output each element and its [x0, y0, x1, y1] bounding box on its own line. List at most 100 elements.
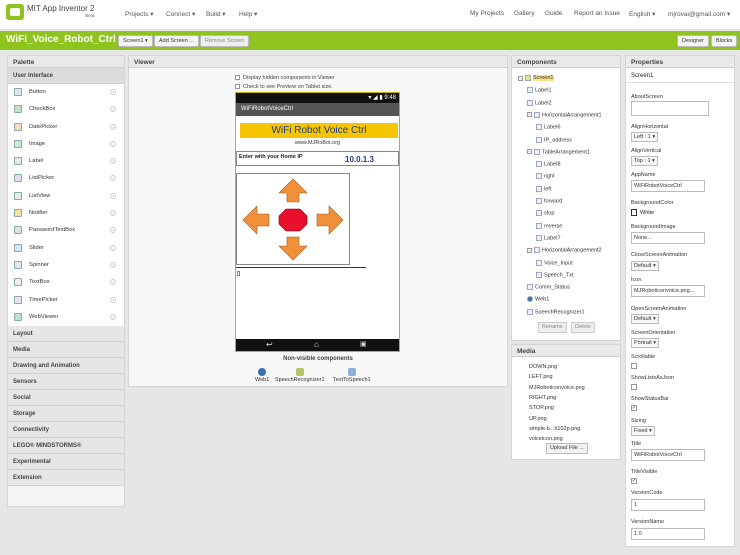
component-forward[interactable]: forward: [536, 198, 562, 204]
nonvisible-web1[interactable]: Web1: [255, 368, 269, 383]
designer-button[interactable]: Designer: [677, 35, 710, 47]
help-icon[interactable]: ?: [110, 123, 116, 130]
palette-category-layout[interactable]: Layout: [8, 326, 124, 343]
help-icon[interactable]: ?: [110, 158, 116, 165]
menu-connect[interactable]: Connect ▾: [166, 10, 195, 18]
palette-item-listview[interactable]: ListView?: [8, 187, 124, 206]
collapse-toggle-icon[interactable]: −: [527, 247, 532, 253]
help-icon[interactable]: ?: [110, 89, 116, 95]
collapse-toggle-icon[interactable]: −: [527, 112, 532, 118]
help-icon[interactable]: ?: [110, 106, 116, 113]
menu-projects[interactable]: Projects ▾: [125, 10, 154, 18]
title-visible-checkbox[interactable]: ✓: [631, 478, 637, 484]
component-soeechrecognizer1[interactable]: SoeechRecognizer1: [527, 308, 585, 315]
link-my-projects[interactable]: My Projects: [470, 10, 504, 17]
palette-category-connectivity[interactable]: Connectivity: [8, 422, 124, 439]
about-screen-textarea[interactable]: [631, 101, 709, 116]
component-label7[interactable]: Label7: [536, 234, 561, 241]
link-report-issue[interactable]: Report an Issue: [574, 10, 620, 17]
link-guide[interactable]: Guide: [545, 10, 562, 17]
horizontal-arrangement-voice[interactable]: [236, 267, 366, 268]
nonvisible-text-to-speech[interactable]: TextToSpeech1: [333, 368, 371, 383]
hidden-components-checkbox[interactable]: [235, 75, 240, 81]
table-arrangement-controls[interactable]: [236, 173, 350, 265]
palette-item-datepicker[interactable]: DatePicker?: [8, 118, 124, 136]
palette-category-media[interactable]: Media: [8, 342, 124, 359]
app-logo[interactable]: MIT App Inventor 2 Beta: [6, 4, 94, 20]
palette-category-user-interface[interactable]: User Interface: [8, 68, 124, 84]
label2-url[interactable]: www.MJRoBot.org: [236, 140, 399, 146]
palette-item-button[interactable]: Button?: [8, 84, 124, 102]
close-screen-animation-select[interactable]: Default ▾: [631, 261, 659, 271]
tablet-preview-checkbox[interactable]: [235, 84, 240, 90]
palette-item-image[interactable]: Image?: [8, 135, 124, 154]
background-image-input[interactable]: None...: [631, 232, 705, 244]
icon-input[interactable]: MJRoboticonvoice.png...: [631, 285, 705, 297]
palette-category-drawing-and-animation[interactable]: Drawing and Animation: [8, 358, 124, 375]
component-ip-address[interactable]: IP_address: [536, 136, 572, 143]
component-left[interactable]: left: [536, 185, 551, 192]
screen-select[interactable]: Screen1 ▾: [118, 35, 153, 47]
component-comm-status[interactable]: Comm_Status: [527, 284, 570, 291]
align-horizontal-select[interactable]: Left : 1 ▾: [631, 132, 659, 142]
palette-item-label[interactable]: Label?: [8, 153, 124, 171]
palette-category-extension[interactable]: Extension: [8, 470, 124, 487]
hidden-components-option[interactable]: Display hidden components in Viewer: [235, 75, 335, 81]
upload-file-button[interactable]: Upload File ...: [546, 443, 588, 454]
media-file[interactable]: RIGHT.png: [529, 395, 556, 401]
link-gallery[interactable]: Gallery: [514, 10, 535, 17]
show-status-bar-checkbox[interactable]: ✓: [631, 405, 637, 411]
component-screen1[interactable]: − Screen1: [518, 75, 554, 82]
palette-item-timepicker[interactable]: TimePicker?: [8, 291, 124, 309]
screen-title-bar[interactable]: WiFiRobotVoiceCtrl: [236, 103, 399, 116]
horizontal-arrangement-ip[interactable]: Enter with your Home IP 10.0.1.3: [236, 151, 399, 166]
media-file[interactable]: LEFT.png: [529, 374, 553, 380]
help-icon[interactable]: ?: [110, 192, 116, 199]
background-color-picker[interactable]: White: [631, 209, 654, 216]
label6-ip-prompt[interactable]: Enter with your Home IP: [239, 154, 303, 160]
rename-button[interactable]: Rename: [538, 322, 567, 333]
component-stop[interactable]: stop: [536, 210, 554, 217]
help-icon[interactable]: ?: [110, 244, 116, 251]
help-icon[interactable]: ?: [110, 175, 116, 182]
help-icon[interactable]: ?: [110, 296, 116, 303]
component-horizontalarrangement2[interactable]: − HorizontalArrangement2: [527, 247, 602, 254]
collapse-toggle-icon[interactable]: −: [518, 75, 523, 81]
version-name-input[interactable]: 1.0: [631, 528, 705, 540]
label1-app-title[interactable]: WiFi Robot Voice Ctrl: [240, 123, 398, 138]
component-speech-txt[interactable]: Speech_Txt: [536, 271, 573, 278]
align-vertical-select[interactable]: Top : 1 ▾: [631, 156, 658, 166]
component-label1[interactable]: Label1: [527, 87, 552, 94]
component-horizontalarrangement1[interactable]: − HorizontalArrangement1: [527, 111, 602, 118]
palette-item-spinner[interactable]: Spinner?: [8, 256, 124, 275]
nonvisible-speech-recognizer[interactable]: SpeechRecognizer1: [275, 368, 325, 383]
open-screen-animation-select[interactable]: Default ▾: [631, 314, 659, 324]
palette-category-experimental[interactable]: Experimental: [8, 454, 124, 471]
palette-item-checkbox[interactable]: CheckBox?: [8, 101, 124, 119]
palette-item-listpicker[interactable]: ListPicker?: [8, 170, 124, 188]
component-web1[interactable]: Web1: [527, 296, 549, 303]
menu-help[interactable]: Help ▾: [239, 10, 257, 18]
palette-category-sensors[interactable]: Sensors: [8, 374, 124, 391]
menu-build[interactable]: Build ▾: [206, 10, 226, 18]
version-code-input[interactable]: 1: [631, 499, 705, 511]
palette-item-webviewer[interactable]: WebViewer?: [8, 308, 124, 327]
component-tablearrangement1[interactable]: − TableArrangement1: [527, 148, 590, 155]
tablet-preview-option[interactable]: Check to see Preview on Tablet size.: [235, 84, 333, 90]
media-file[interactable]: STOP.png: [529, 405, 554, 411]
palette-category-storage[interactable]: Storage: [8, 406, 124, 423]
help-icon[interactable]: ?: [110, 140, 116, 147]
media-file[interactable]: DOWN.png: [529, 364, 557, 370]
delete-button[interactable]: Delete: [571, 322, 595, 333]
palette-item-notifier[interactable]: Notifier?: [8, 205, 124, 223]
palette-item-passwordtextbox[interactable]: PasswordTextBox?: [8, 222, 124, 240]
scrollable-checkbox[interactable]: [631, 363, 637, 369]
blocks-button[interactable]: Blocks: [711, 35, 738, 47]
component-voice-input[interactable]: Voice_Input: [536, 259, 573, 266]
media-file[interactable]: UP.png: [529, 416, 547, 422]
component-right[interactable]: right: [536, 173, 555, 180]
app-name-input[interactable]: WiFiRobotVoiceCtrl: [631, 180, 705, 192]
component-label2[interactable]: Label2: [527, 99, 552, 106]
help-icon[interactable]: ?: [110, 210, 116, 217]
help-icon[interactable]: ?: [110, 279, 116, 286]
